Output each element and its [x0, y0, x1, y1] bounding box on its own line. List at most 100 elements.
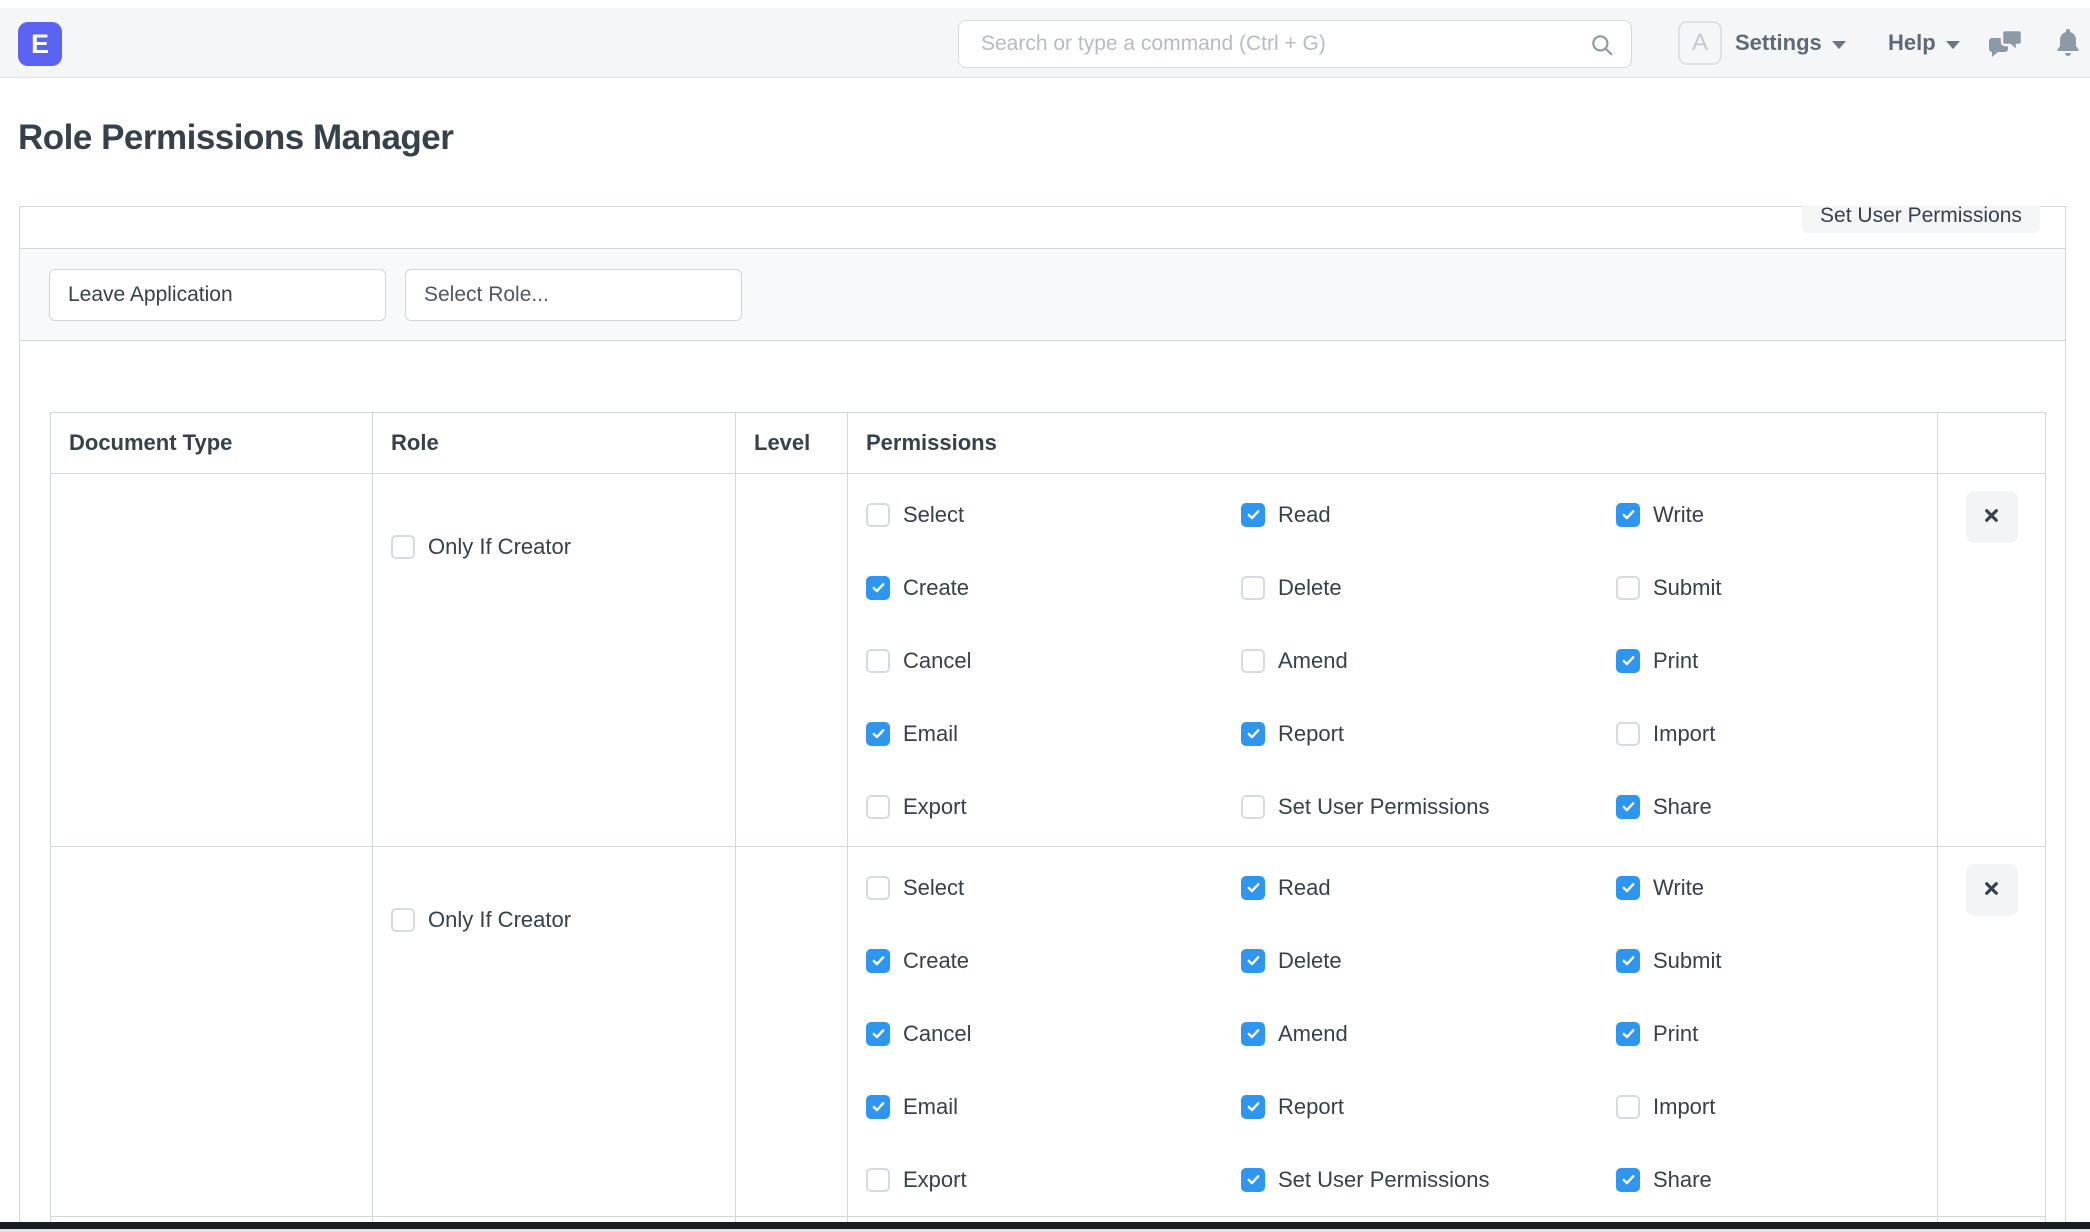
checkbox-unchecked-icon[interactable]: [866, 1168, 890, 1192]
permission-checkbox-read-label: Read: [1278, 502, 1331, 528]
checkbox-checked-icon[interactable]: [1241, 722, 1265, 746]
checkbox-checked-icon[interactable]: [866, 949, 890, 973]
permission-checkbox-submit[interactable]: Submit: [1616, 948, 1938, 974]
permission-checkbox-print-label: Print: [1653, 648, 1698, 674]
permission-checkbox-delete[interactable]: Delete: [1241, 948, 1616, 974]
document-type-filter-input[interactable]: [49, 269, 386, 321]
permission-checkbox-import-label: Import: [1653, 1094, 1715, 1120]
checkbox-unchecked-icon[interactable]: [866, 876, 890, 900]
permission-checkbox-set-user-permissions[interactable]: Set User Permissions: [1241, 794, 1616, 820]
permission-checkbox-set-user-permissions-label: Set User Permissions: [1278, 794, 1490, 820]
checkbox-checked-icon[interactable]: [1616, 1168, 1640, 1192]
permission-checkbox-write[interactable]: Write: [1616, 502, 1938, 528]
content-card: Set User Permissions Document Type Role …: [19, 206, 2066, 1232]
checkbox-checked-icon[interactable]: [1616, 1022, 1640, 1046]
permission-checkbox-cancel[interactable]: Cancel: [866, 1021, 1241, 1047]
checkbox-checked-icon[interactable]: [1241, 876, 1265, 900]
permission-checkbox-export[interactable]: Export: [866, 794, 1241, 820]
checkbox-checked-icon[interactable]: [1616, 649, 1640, 673]
column-header-role: Role: [373, 413, 736, 474]
checkbox-unchecked-icon[interactable]: [1616, 576, 1640, 600]
checkbox-unchecked-icon[interactable]: [1241, 576, 1265, 600]
level-cell: [736, 847, 848, 1217]
permission-checkbox-cancel[interactable]: Cancel: [866, 648, 1241, 674]
only-if-creator-checkbox[interactable]: Only If Creator: [391, 534, 571, 560]
permission-checkbox-cancel-label: Cancel: [903, 648, 971, 674]
permission-checkbox-set-user-permissions[interactable]: Set User Permissions: [1241, 1167, 1616, 1193]
permission-checkbox-submit-label: Submit: [1653, 575, 1721, 601]
checkbox-checked-icon[interactable]: [1616, 876, 1640, 900]
permission-checkbox-read[interactable]: Read: [1241, 502, 1616, 528]
checkbox-checked-icon[interactable]: [1241, 1095, 1265, 1119]
permission-checkbox-import[interactable]: Import: [1616, 721, 1938, 747]
avatar[interactable]: A: [1678, 21, 1722, 65]
chat-icon[interactable]: [1988, 28, 2024, 65]
permission-checkbox-report[interactable]: Report: [1241, 721, 1616, 747]
actions-cell: [1938, 474, 2046, 847]
table-header-row: Document Type Role Level Permissions: [51, 413, 2046, 474]
checkbox-unchecked-icon[interactable]: [1616, 1095, 1640, 1119]
permission-checkbox-report-label: Report: [1278, 721, 1344, 747]
delete-row-button[interactable]: [1966, 864, 2018, 916]
checkbox-unchecked-icon[interactable]: [391, 535, 415, 559]
permission-checkbox-create[interactable]: Create: [866, 948, 1241, 974]
checkbox-checked-icon[interactable]: [1616, 795, 1640, 819]
permission-checkbox-print[interactable]: Print: [1616, 1021, 1938, 1047]
delete-row-button[interactable]: [1966, 491, 2018, 543]
permission-checkbox-select[interactable]: Select: [866, 875, 1241, 901]
app-logo[interactable]: E: [18, 22, 62, 66]
help-menu[interactable]: Help: [1888, 8, 1960, 78]
table-row: Only If Creator Select Read Write CreateDele…: [51, 847, 2046, 1217]
permission-checkbox-write-label: Write: [1653, 875, 1704, 901]
close-icon: [1983, 507, 2000, 527]
column-header-document-type: Document Type: [51, 413, 373, 474]
permission-checkbox-select[interactable]: Select: [866, 502, 1241, 528]
checkbox-checked-icon[interactable]: [1241, 949, 1265, 973]
permission-checkbox-amend[interactable]: Amend: [1241, 648, 1616, 674]
permission-checkbox-export[interactable]: Export: [866, 1167, 1241, 1193]
permission-checkbox-amend[interactable]: Amend: [1241, 1021, 1616, 1047]
search-input[interactable]: [959, 21, 1631, 67]
checkbox-checked-icon[interactable]: [1241, 503, 1265, 527]
permission-checkbox-email[interactable]: Email: [866, 721, 1241, 747]
only-if-creator-checkbox[interactable]: Only If Creator: [391, 907, 571, 933]
permissions-cell: Select Read Write Create Delete Submit Cancel A…: [848, 474, 1938, 847]
checkbox-checked-icon[interactable]: [1241, 1168, 1265, 1192]
checkbox-unchecked-icon[interactable]: [1241, 795, 1265, 819]
permission-checkbox-import[interactable]: Import: [1616, 1094, 1938, 1120]
checkbox-unchecked-icon[interactable]: [866, 503, 890, 527]
checkbox-checked-icon[interactable]: [1241, 1022, 1265, 1046]
permission-checkbox-create[interactable]: Create: [866, 575, 1241, 601]
permission-checkbox-report[interactable]: Report: [1241, 1094, 1616, 1120]
checkbox-unchecked-icon[interactable]: [866, 795, 890, 819]
permission-checkbox-delete-label: Delete: [1278, 575, 1342, 601]
permission-checkbox-email[interactable]: Email: [866, 1094, 1241, 1120]
set-user-permissions-button[interactable]: Set User Permissions: [1802, 206, 2040, 233]
permission-checkbox-print[interactable]: Print: [1616, 648, 1938, 674]
checkbox-unchecked-icon[interactable]: [866, 649, 890, 673]
search-icon: [1589, 32, 1615, 63]
bell-icon[interactable]: [2054, 27, 2082, 64]
permission-checkbox-share[interactable]: Share: [1616, 1167, 1938, 1193]
permission-checkbox-write[interactable]: Write: [1616, 875, 1938, 901]
permission-checkbox-share[interactable]: Share: [1616, 794, 1938, 820]
checkbox-checked-icon[interactable]: [866, 1022, 890, 1046]
checkbox-unchecked-icon[interactable]: [1616, 722, 1640, 746]
permission-checkbox-delete[interactable]: Delete: [1241, 575, 1616, 601]
permission-checkbox-submit[interactable]: Submit: [1616, 575, 1938, 601]
checkbox-unchecked-icon[interactable]: [391, 908, 415, 932]
card-top-border: [20, 206, 1802, 207]
filter-section: [20, 248, 2065, 341]
permission-checkbox-select-label: Select: [903, 875, 964, 901]
chevron-down-icon: [1946, 41, 1960, 49]
global-search: [958, 20, 1632, 68]
checkbox-checked-icon[interactable]: [1616, 949, 1640, 973]
role-filter-input[interactable]: [405, 269, 742, 321]
permission-checkbox-read[interactable]: Read: [1241, 875, 1616, 901]
checkbox-checked-icon[interactable]: [866, 1095, 890, 1119]
checkbox-unchecked-icon[interactable]: [1241, 649, 1265, 673]
checkbox-checked-icon[interactable]: [1616, 503, 1640, 527]
settings-menu[interactable]: Settings: [1735, 8, 1846, 78]
checkbox-checked-icon[interactable]: [866, 576, 890, 600]
checkbox-checked-icon[interactable]: [866, 722, 890, 746]
